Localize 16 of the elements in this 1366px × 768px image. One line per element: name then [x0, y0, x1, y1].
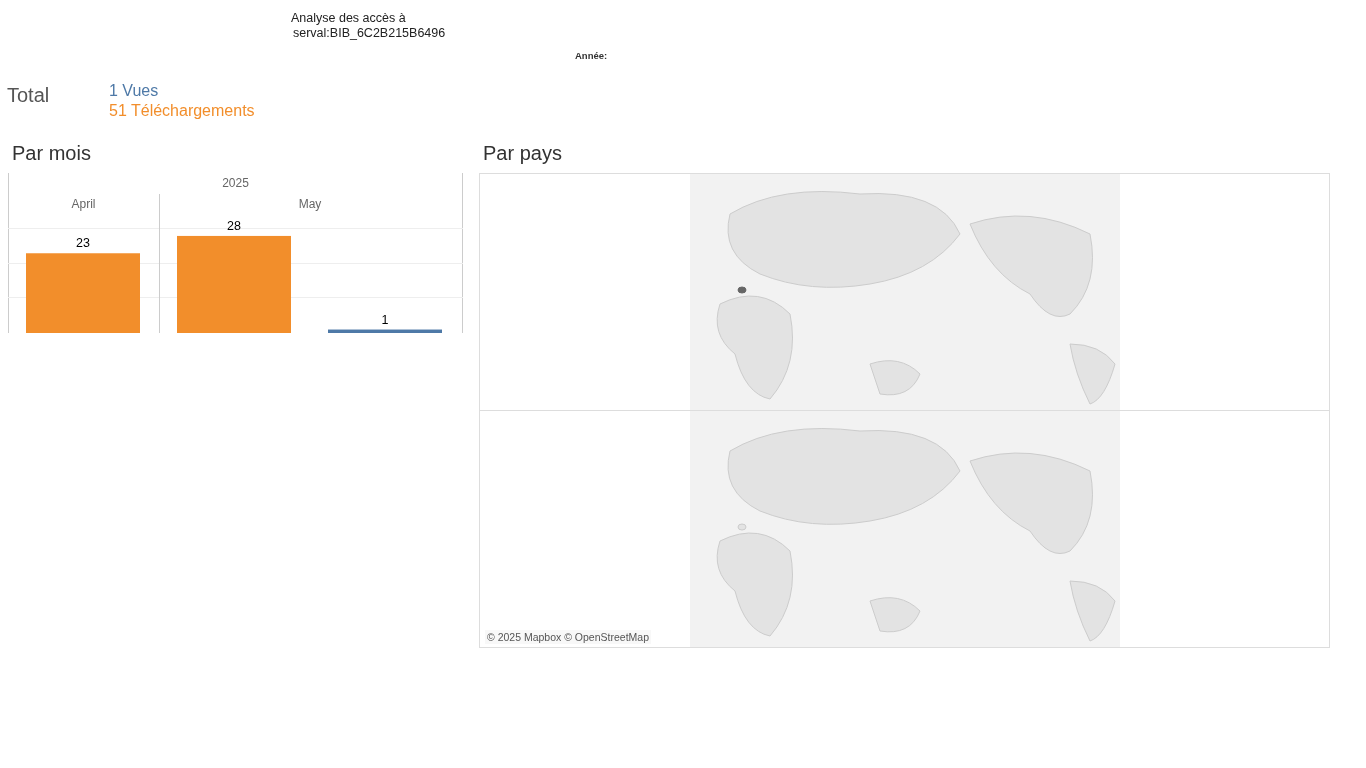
report-subtitle: serval:BIB_6C2B215B6496: [292, 26, 447, 41]
downloads-count: 51 Téléchargements: [109, 101, 255, 121]
map-panel[interactable]: © 2025 Mapbox © OpenStreetMap: [479, 173, 1330, 648]
map-attribution: © 2025 Mapbox © OpenStreetMap: [485, 630, 651, 644]
year-header: 2025: [222, 176, 249, 190]
total-label: Total: [7, 83, 51, 108]
section-title: Par pays: [483, 141, 563, 165]
report-title: Analyse des accès à: [291, 11, 407, 26]
bar-value-label: 23: [76, 236, 90, 251]
views-count: 1 Vues: [109, 81, 160, 101]
month-header: April: [71, 197, 96, 211]
bar-value-label: 28: [227, 218, 241, 233]
filter-label: Année:: [575, 50, 609, 61]
month-header: May: [298, 197, 322, 211]
section-title: Par mois: [12, 141, 92, 165]
bar-value-label: 1: [381, 312, 389, 327]
